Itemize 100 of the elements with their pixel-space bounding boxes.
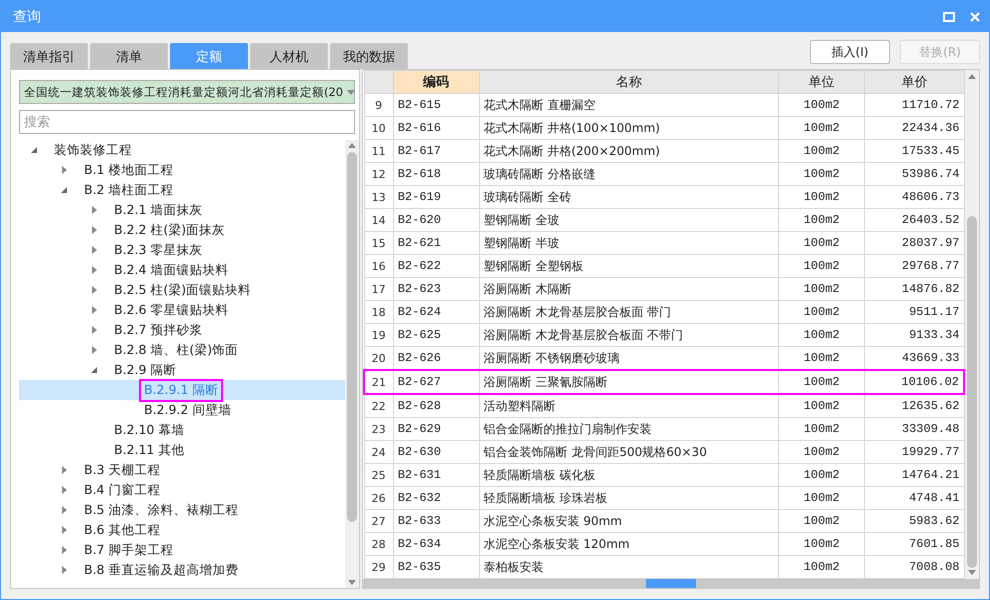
row-number: 19 xyxy=(364,324,394,346)
expand-arrow-icon[interactable] xyxy=(89,305,99,315)
expand-arrow-icon[interactable] xyxy=(89,285,99,295)
tree-item-label: B.7 脚手架工程 xyxy=(83,540,174,558)
name-cell: 轻质隔断墙板 珍珠岩板 xyxy=(479,486,779,510)
row-number: 13 xyxy=(364,186,394,208)
code-cell: B2-627 xyxy=(393,370,480,394)
tree-item-label: B.1 楼地面工程 xyxy=(83,160,174,178)
scroll-down-icon[interactable] xyxy=(348,580,356,585)
library-dropdown[interactable]: 全国统一建筑装饰装修工程消耗量定额河北省消耗量定额(20 xyxy=(19,80,355,104)
tree-item[interactable]: B.2.2 柱(梁)面抹灰 xyxy=(19,220,345,240)
tree-item[interactable]: B.2 墙柱面工程 xyxy=(19,180,345,200)
tree-item[interactable]: B.8 垂直运输及超高增加费 xyxy=(19,560,345,580)
collapse-arrow-icon[interactable] xyxy=(89,365,99,375)
expand-arrow-icon[interactable] xyxy=(89,265,99,275)
row-number: 28 xyxy=(364,532,394,556)
price-cell: 26403.52 xyxy=(864,208,964,232)
price-cell: 53986.74 xyxy=(864,162,964,186)
search-field[interactable]: 搜索 xyxy=(19,110,355,134)
row-number: 16 xyxy=(364,254,394,278)
tree-item[interactable]: B.2.9 隔断 xyxy=(19,360,345,380)
tree-item-label: B.8 垂直运输及超高增加费 xyxy=(83,560,240,578)
expand-arrow-icon[interactable] xyxy=(59,545,69,555)
expand-arrow-icon[interactable] xyxy=(89,245,99,255)
unit-cell: 100m2 xyxy=(778,394,864,418)
name-cell: 水泥空心条板安装 90mm xyxy=(479,510,779,532)
column-header[interactable]: 单位 xyxy=(778,70,864,94)
tree-item[interactable]: B.2.8 墙、柱(梁)饰面 xyxy=(19,340,345,360)
price-cell: 19929.77 xyxy=(864,440,964,464)
name-cell: 花式木隔断 井格(100×100mm) xyxy=(479,116,779,140)
tree-item[interactable]: B.2.5 柱(梁)面镶贴块料 xyxy=(19,280,345,300)
maximize-icon[interactable] xyxy=(943,10,955,22)
insert-button[interactable]: 插入(I) xyxy=(810,40,890,64)
tree-item-label: B.2.10 幕墙 xyxy=(113,420,186,438)
code-cell: B2-615 xyxy=(393,94,480,116)
tab[interactable]: 清单指引 xyxy=(10,43,88,69)
collapse-arrow-icon[interactable] xyxy=(59,185,69,195)
tab[interactable]: 人材机 xyxy=(250,43,328,69)
column-header[interactable]: 名称 xyxy=(479,70,779,94)
price-cell: 9511.17 xyxy=(864,300,964,324)
row-number: 25 xyxy=(364,464,394,486)
price-cell: 14876.82 xyxy=(864,278,964,300)
name-cell: 水泥空心条板安装 120mm xyxy=(479,532,779,556)
tree-item[interactable]: B.1 楼地面工程 xyxy=(19,160,345,180)
tree-item[interactable]: B.4 门窗工程 xyxy=(19,480,345,500)
unit-cell: 100m2 xyxy=(778,140,864,162)
column-header[interactable]: 编码 xyxy=(393,70,480,94)
column-header[interactable]: 单价 xyxy=(864,70,964,94)
expand-arrow-icon[interactable] xyxy=(59,505,69,515)
tree-item[interactable]: B.5 油漆、涂料、裱糊工程 xyxy=(19,500,345,520)
tree-item[interactable]: B.2.9.2 间壁墙 xyxy=(19,400,345,420)
expand-arrow-icon[interactable] xyxy=(89,325,99,335)
code-cell: B2-628 xyxy=(393,394,480,418)
code-cell: B2-619 xyxy=(393,186,480,208)
tab[interactable]: 清单 xyxy=(90,43,168,69)
scroll-up-icon[interactable] xyxy=(968,74,976,79)
unit-cell: 100m2 xyxy=(778,418,864,440)
expand-arrow-icon[interactable] xyxy=(59,565,69,575)
expand-arrow-icon[interactable] xyxy=(89,225,99,235)
close-icon[interactable] xyxy=(969,10,981,22)
tree-item[interactable]: B.2.3 零星抹灰 xyxy=(19,240,345,260)
tree-item[interactable]: B.3 天棚工程 xyxy=(19,460,345,480)
row-number: 22 xyxy=(364,394,394,418)
price-cell: 17533.45 xyxy=(864,140,964,162)
expand-arrow-icon[interactable] xyxy=(59,165,69,175)
name-cell: 浴厕隔断 三聚氰胺隔断 xyxy=(479,370,779,394)
tree-item[interactable]: B.2.11 其他 xyxy=(19,440,345,460)
name-cell: 浴厕隔断 木龙骨基层胶合板面 带门 xyxy=(479,300,779,324)
row-number: 27 xyxy=(364,510,394,532)
tree-item[interactable]: B.2.4 墙面镶贴块料 xyxy=(19,260,345,280)
tree-item[interactable]: B.7 脚手架工程 xyxy=(19,540,345,560)
expand-arrow-icon[interactable] xyxy=(59,485,69,495)
tree-item[interactable]: 装饰装修工程 xyxy=(19,140,345,160)
unit-cell: 100m2 xyxy=(778,300,864,324)
code-cell: B2-622 xyxy=(393,254,480,278)
collapse-arrow-icon[interactable] xyxy=(29,145,39,155)
code-cell: B2-633 xyxy=(393,510,480,532)
tree-item[interactable]: B.2.1 墙面抹灰 xyxy=(19,200,345,220)
tree-item[interactable]: B.2.7 预拌砂浆 xyxy=(19,320,345,340)
name-cell: 花式木隔断 直栅漏空 xyxy=(479,94,779,116)
tree-item-label: B.2.9.2 间壁墙 xyxy=(143,400,232,418)
scroll-down-icon[interactable] xyxy=(968,570,976,575)
tree-item[interactable]: B.6 其他工程 xyxy=(19,520,345,540)
expand-arrow-icon[interactable] xyxy=(59,465,69,475)
expand-arrow-icon[interactable] xyxy=(89,205,99,215)
tree-item[interactable]: B.2.6 零星镶贴块料 xyxy=(19,300,345,320)
unit-cell: 100m2 xyxy=(778,532,864,556)
unit-cell: 100m2 xyxy=(778,440,864,464)
tree-item[interactable]: B.2.10 幕墙 xyxy=(19,420,345,440)
scroll-up-icon[interactable] xyxy=(348,143,356,148)
code-cell: B2-616 xyxy=(393,116,480,140)
unit-cell: 100m2 xyxy=(778,186,864,208)
expand-arrow-icon[interactable] xyxy=(89,345,99,355)
price-cell: 22434.36 xyxy=(864,116,964,140)
name-cell: 浴厕隔断 木龙骨基层胶合板面 不带门 xyxy=(479,324,779,346)
tab[interactable]: 我的数据 xyxy=(330,43,408,69)
splitter-handle[interactable] xyxy=(646,579,696,588)
unit-cell: 100m2 xyxy=(778,116,864,140)
price-cell: 10106.02 xyxy=(864,370,964,394)
expand-arrow-icon[interactable] xyxy=(59,525,69,535)
